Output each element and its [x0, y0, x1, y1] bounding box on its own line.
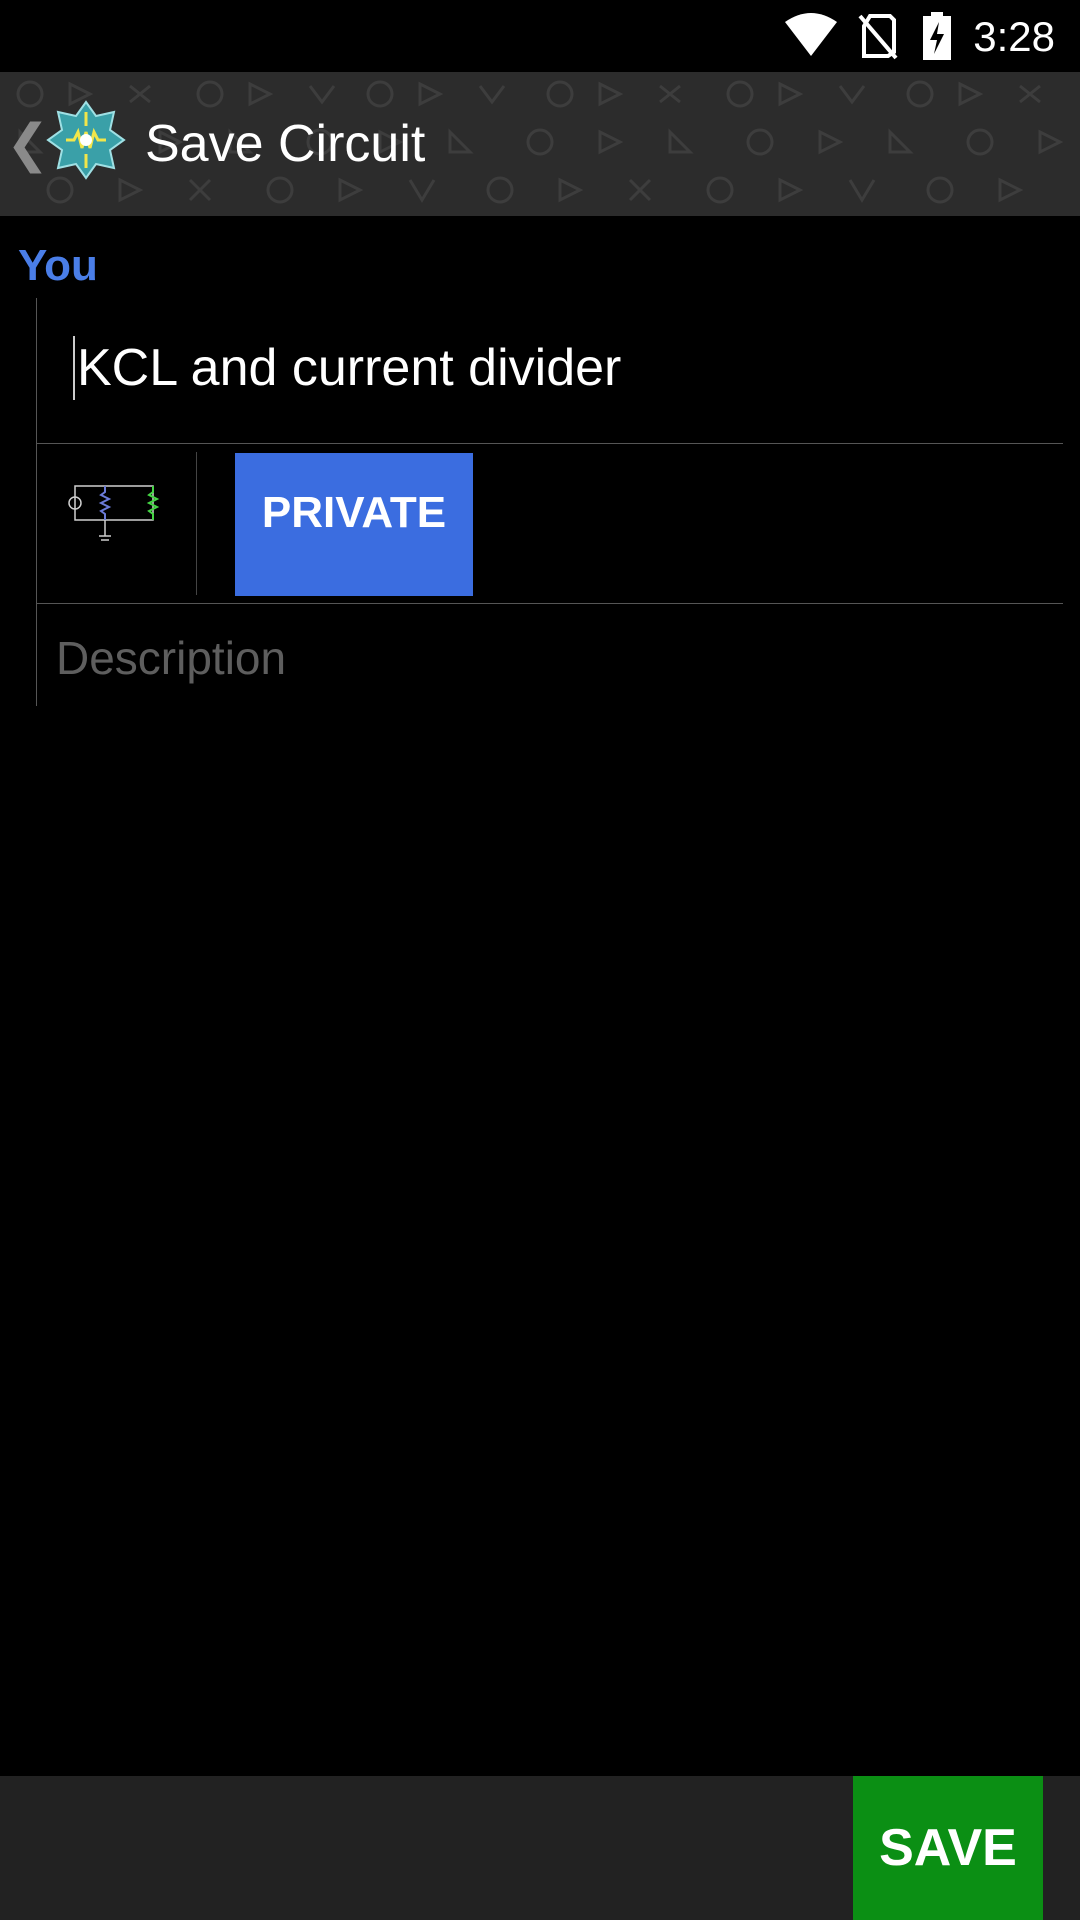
description-input[interactable]: Description [56, 630, 286, 686]
circuit-thumbnail-icon[interactable] [65, 476, 161, 548]
title-row: KCL and current divider [37, 298, 1063, 444]
no-sim-icon [858, 14, 898, 60]
circuit-app-logo-icon[interactable] [44, 98, 128, 182]
bottom-bar: SAVE [0, 1776, 1080, 1920]
app-bar: ❮ Save Circuit [0, 72, 1080, 216]
thumbnail-divider [196, 452, 197, 595]
status-time: 3:28 [973, 13, 1055, 60]
status-bar: 3:28 [0, 0, 1080, 72]
circuit-title-input[interactable]: KCL and current divider [73, 336, 621, 400]
save-button[interactable]: SAVE [853, 1776, 1043, 1920]
wifi-icon [785, 13, 837, 56]
meta-row: PRIVATE [37, 444, 1063, 604]
private-toggle-button[interactable]: PRIVATE [235, 453, 473, 596]
battery-charging-icon [923, 12, 951, 60]
section-label-you: You [18, 241, 98, 290]
page-title: Save Circuit [145, 115, 426, 173]
description-row: Description [37, 604, 1063, 706]
save-form: KCL and current divider PRIVATE Descript… [36, 298, 1063, 706]
